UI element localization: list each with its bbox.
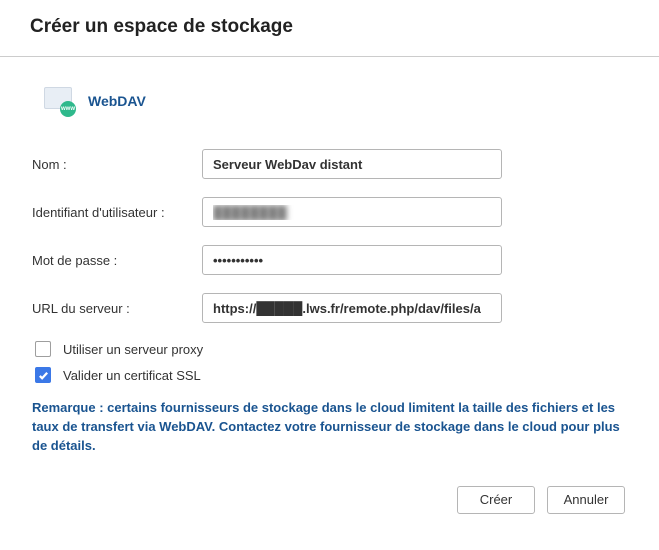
proxy-checkbox-row: Utiliser un serveur proxy bbox=[35, 341, 627, 357]
ssl-checkbox-label: Valider un certificat SSL bbox=[63, 368, 201, 383]
name-input[interactable] bbox=[202, 149, 502, 179]
cancel-button[interactable]: Annuler bbox=[547, 486, 625, 514]
proxy-checkbox-label: Utiliser un serveur proxy bbox=[63, 342, 203, 357]
dialog-title: Créer un espace de stockage bbox=[30, 16, 629, 38]
row-name: Nom : bbox=[32, 149, 627, 179]
ssl-checkbox[interactable] bbox=[35, 367, 51, 383]
webdav-icon: www bbox=[44, 85, 76, 117]
dialog-body: www WebDAV Nom : Identifiant d'utilisate… bbox=[0, 57, 659, 534]
row-user: Identifiant d'utilisateur : bbox=[32, 197, 627, 227]
name-label: Nom : bbox=[32, 157, 202, 172]
provider-name: WebDAV bbox=[88, 93, 146, 109]
action-bar: Créer Annuler bbox=[32, 486, 627, 514]
user-label: Identifiant d'utilisateur : bbox=[32, 205, 202, 220]
provider-row: www WebDAV bbox=[32, 85, 627, 117]
proxy-checkbox[interactable] bbox=[35, 341, 51, 357]
row-url: URL du serveur : bbox=[32, 293, 627, 323]
user-input[interactable] bbox=[202, 197, 502, 227]
url-input[interactable] bbox=[202, 293, 502, 323]
ssl-checkbox-row: Valider un certificat SSL bbox=[35, 367, 627, 383]
row-password: Mot de passe : bbox=[32, 245, 627, 275]
password-input[interactable] bbox=[202, 245, 502, 275]
password-label: Mot de passe : bbox=[32, 253, 202, 268]
url-label: URL du serveur : bbox=[32, 301, 202, 316]
create-button[interactable]: Créer bbox=[457, 486, 535, 514]
dialog-header: Créer un espace de stockage bbox=[0, 0, 659, 57]
note-text: Remarque : certains fournisseurs de stoc… bbox=[32, 399, 627, 456]
